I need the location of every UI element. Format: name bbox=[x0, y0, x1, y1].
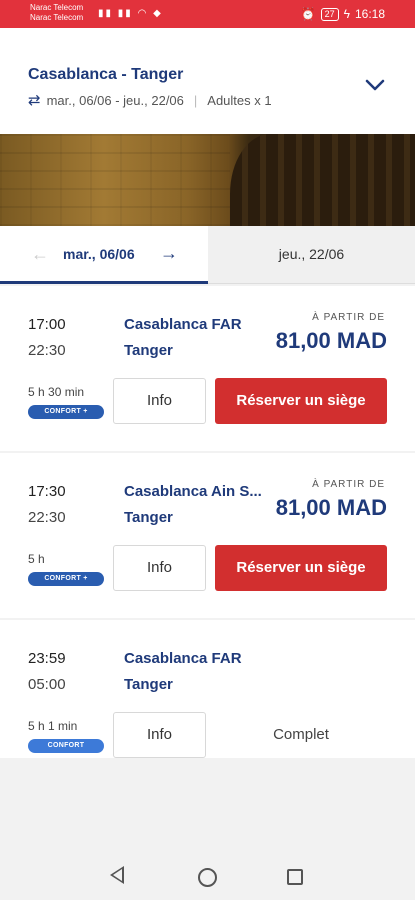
clock: 16:18 bbox=[354, 7, 385, 21]
departure-station: Casablanca FAR bbox=[124, 316, 242, 333]
price-from-label: À PARTIR DE bbox=[312, 479, 385, 490]
trip-card[interactable]: 17:30 22:30 Casablanca Ain S... Tanger À… bbox=[0, 453, 415, 618]
trip-details: ⇄ mar., 06/06 - jeu., 22/06 | Adultes x … bbox=[28, 91, 272, 109]
info-button[interactable]: Info bbox=[113, 378, 206, 424]
banner-wall bbox=[0, 134, 230, 226]
info-button[interactable]: Info bbox=[113, 545, 206, 591]
round-trip-icon: ⇄ bbox=[28, 92, 41, 109]
service-class-badge: CONFORT + bbox=[28, 405, 104, 419]
reserve-seat-button[interactable]: Réserver un siège bbox=[215, 545, 387, 591]
chevron-down-icon[interactable] bbox=[365, 78, 385, 92]
service-class-badge: CONFORT bbox=[28, 739, 104, 753]
arrival-time: 22:30 bbox=[28, 509, 66, 526]
signal-wifi-icons: ▮▮ ▮▮ ◠ ◆ bbox=[98, 8, 163, 19]
tab-outbound-label: mar., 06/06 bbox=[63, 246, 135, 262]
departure-time: 17:30 bbox=[28, 483, 66, 500]
arrival-time: 22:30 bbox=[28, 342, 66, 359]
departure-station: Casablanca FAR bbox=[124, 650, 242, 667]
tab-outbound[interactable]: ← mar., 06/06 → bbox=[0, 226, 208, 284]
alarm-icon: ⏰ bbox=[300, 7, 316, 21]
search-summary-header[interactable]: Casablanca - Tanger ⇄ mar., 06/06 - jeu.… bbox=[0, 28, 415, 134]
departure-time: 23:59 bbox=[28, 650, 66, 667]
sold-out-status: Complet bbox=[273, 726, 329, 743]
trip-dates: mar., 06/06 - jeu., 22/06 bbox=[46, 92, 184, 108]
arrival-time: 05:00 bbox=[28, 676, 66, 693]
back-icon-inner bbox=[113, 869, 122, 881]
home-icon[interactable] bbox=[198, 868, 217, 887]
trip-duration: 5 h 1 min bbox=[28, 719, 78, 733]
carrier-info: Narac Telecom Narac Telecom bbox=[30, 3, 83, 23]
status-right: ⏰ 27 ϟ 16:18 bbox=[301, 7, 385, 21]
system-navigation-bar bbox=[0, 848, 415, 900]
departure-station: Casablanca Ain S... bbox=[124, 483, 262, 500]
reserve-seat-button[interactable]: Réserver un siège bbox=[215, 378, 387, 424]
service-class-badge: CONFORT + bbox=[28, 572, 104, 586]
arrival-station: Tanger bbox=[124, 342, 173, 359]
carrier-name-2: Narac Telecom bbox=[30, 13, 84, 22]
arrival-station: Tanger bbox=[124, 509, 173, 526]
departure-time: 17:00 bbox=[28, 316, 66, 333]
trip-duration: 5 h 30 min bbox=[28, 385, 85, 399]
price: 81,00 MAD bbox=[275, 328, 387, 353]
passenger-count: Adultes x 1 bbox=[207, 92, 272, 108]
arrival-station: Tanger bbox=[124, 676, 173, 693]
divider: | bbox=[193, 92, 198, 108]
trip-card[interactable]: 23:59 05:00 Casablanca FAR Tanger 5 h 1 … bbox=[0, 620, 415, 758]
recent-apps-icon[interactable] bbox=[287, 869, 303, 885]
battery-icon: 27 bbox=[320, 7, 339, 21]
tab-return-label: jeu., 22/06 bbox=[278, 246, 345, 262]
status-bar: Narac Telecom Narac Telecom ▮▮ ▮▮ ◠ ◆ ⏰ … bbox=[0, 0, 415, 28]
price: 81,00 MAD bbox=[275, 495, 387, 520]
carrier-name-1: Narac Telecom bbox=[30, 3, 84, 12]
info-button[interactable]: Info bbox=[113, 712, 206, 758]
destination-banner-image bbox=[0, 134, 415, 226]
charging-icon: ϟ bbox=[343, 7, 350, 21]
route-title: Casablanca - Tanger bbox=[28, 66, 184, 83]
trip-card[interactable]: 17:00 22:30 Casablanca FAR Tanger À PART… bbox=[0, 286, 415, 451]
trip-duration: 5 h bbox=[28, 552, 45, 566]
previous-day-icon[interactable]: ← bbox=[31, 244, 49, 265]
next-day-icon[interactable]: → bbox=[160, 243, 178, 264]
tab-return[interactable]: jeu., 22/06 bbox=[208, 226, 415, 284]
price-from-label: À PARTIR DE bbox=[312, 312, 385, 323]
banner-door bbox=[230, 134, 415, 226]
date-tabs: ← mar., 06/06 → jeu., 22/06 bbox=[0, 226, 415, 284]
